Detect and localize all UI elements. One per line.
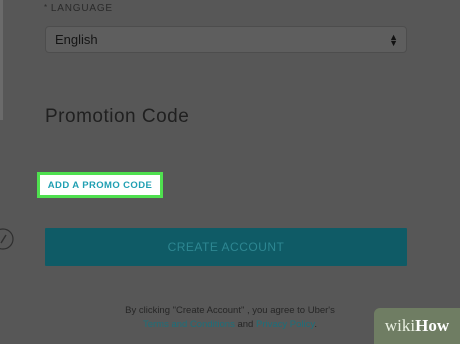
required-mark: * (44, 3, 48, 12)
add-promo-code-label: ADD A PROMO CODE (47, 179, 153, 191)
wikihow-watermark-logo: wiki How (374, 308, 460, 344)
language-label: * LANGUAGE (44, 3, 113, 14)
left-rail (0, 0, 3, 120)
and-text: and (234, 319, 256, 330)
terms-and-conditions-link[interactable]: Terms and Conditions (143, 319, 235, 330)
language-select-value: English (55, 32, 98, 47)
create-account-label: CREATE ACCOUNT (167, 240, 285, 254)
watermark-wiki: wiki (384, 316, 416, 335)
privacy-policy-link[interactable]: Privacy Policy (256, 319, 314, 330)
terms-period: . (314, 319, 318, 330)
promotion-code-heading: Promotion Code (45, 106, 190, 127)
select-arrows-icon: ▲ ▼ (389, 31, 398, 48)
watermark-how: How (415, 316, 450, 335)
language-select[interactable]: English ▲ ▼ (45, 26, 407, 53)
language-label-text: LANGUAGE (50, 3, 113, 14)
create-account-button[interactable]: CREATE ACCOUNT (45, 228, 407, 266)
add-promo-code-link[interactable]: ADD A PROMO CODE (37, 172, 163, 198)
edit-pencil-icon[interactable] (0, 228, 14, 250)
